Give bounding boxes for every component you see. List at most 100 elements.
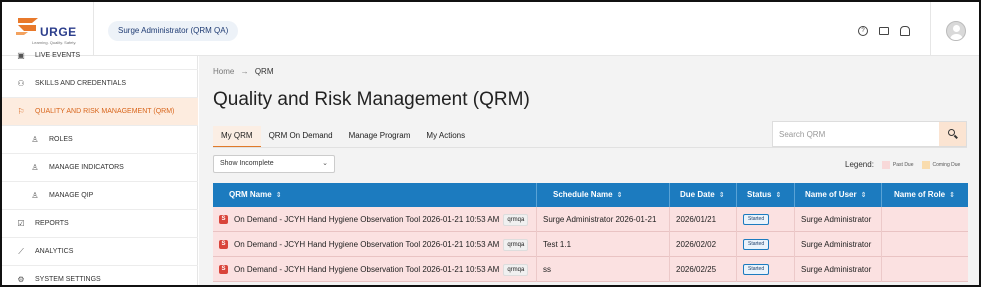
status-s-icon: S [219,215,228,225]
sidebar-item-label: REPORTS [35,220,69,227]
avatar[interactable] [946,21,966,41]
sidebar-item-manage-indicators[interactable]: ♙ MANAGE INDICATORS [2,154,198,182]
cell-role [882,207,968,232]
surge-logo-icon [16,18,38,35]
sort-icon: ⇕ [275,192,282,199]
tab-bar: My QRM QRM On Demand Manage Program My A… [213,126,473,148]
analytics-icon: ⟋ [18,246,24,256]
cell-due-date: 2026/01/21 [670,207,737,232]
app-window: URGE Learning. Quality. Safety. Surge Ad… [0,0,981,287]
sidebar-item-label: ROLES [49,136,73,143]
cell-status: Started [737,257,795,282]
column-header-status[interactable]: Status ⇕ [737,183,795,207]
person-icon: ♙ [31,191,39,200]
sidebar-item-skills[interactable]: ⚇ SKILLS AND CREDENTIALS [2,70,198,98]
legend-past-due-swatch [881,160,890,169]
search-box [772,121,967,147]
cell-user: Surge Administrator [795,207,882,232]
cell-qrm-name: S On Demand - JCYH Hand Hygiene Observati… [213,207,537,232]
gear-icon: ⚙ [17,275,25,284]
breadcrumb-current: QRM [254,67,274,76]
legend-title: Legend: [845,160,874,169]
search-button[interactable] [939,122,966,146]
cell-status: Started [737,232,795,257]
tab-manage-program[interactable]: Manage Program [341,126,419,148]
cell-schedule-name: Surge Administrator 2026-01-21 [537,207,670,232]
sort-icon: ⇕ [718,192,725,199]
cell-due-date: 2026/02/25 [670,257,737,282]
cell-role [882,257,968,282]
tab-my-actions[interactable]: My Actions [418,126,473,148]
sidebar-item-analytics[interactable]: ⟋ ANALYTICS [2,238,198,266]
sidebar-item-label: QUALITY AND RISK MANAGEMENT (QRM) [35,108,175,115]
table-row[interactable]: S On Demand - JCYH Hand Hygiene Observati… [213,257,968,282]
column-header-due-date[interactable]: Due Date ⇕ [670,183,737,207]
column-header-name-of-role[interactable]: Name of Role ⇕ [882,183,968,207]
breadcrumb-separator: → [240,67,249,76]
bell-icon[interactable] [900,26,910,36]
sidebar-item-label: SYSTEM SETTINGS [35,276,101,283]
cell-schedule-name: ss [537,257,670,282]
person-icon: ♙ [31,135,39,144]
mail-icon[interactable] [879,27,889,35]
status-badge: Started [743,214,770,226]
sort-icon: ⇕ [949,192,955,199]
cell-due-date: 2026/02/02 [670,232,737,257]
table-row[interactable]: S On Demand - JCYH Hand Hygiene Observati… [213,207,968,232]
sidebar-item-manage-qip[interactable]: ♙ MANAGE QIP [2,182,198,210]
legend-coming-due-label: Coming Due [932,161,961,168]
top-divider [930,2,931,56]
sidebar-item-label: MANAGE QIP [49,192,94,199]
column-header-schedule-name[interactable]: Schedule Name ⇕ [537,183,670,207]
sidebar-item-label: SKILLS AND CREDENTIALS [35,80,127,87]
incomplete-filter-select[interactable]: Show Incomplete ⌄ [213,155,335,173]
sidebar-item-roles[interactable]: ♙ ROLES [2,126,198,154]
users-icon: ⚇ [17,79,25,88]
status-s-icon: S [219,240,228,250]
table-row[interactable]: S On Demand - JCYH Hand Hygiene Observati… [213,232,968,257]
sort-icon: ⇕ [860,192,867,199]
search-input[interactable] [773,122,939,146]
filter-selected-value: Show Incomplete [220,160,274,167]
tab-qrm-on-demand[interactable]: QRM On Demand [261,126,341,148]
cell-status: Started [737,207,795,232]
cell-user: Surge Administrator [795,232,882,257]
person-icon: ♙ [31,163,39,172]
sidebar-item-label: LIVE EVENTS [35,52,81,59]
sort-icon: ⇕ [775,192,782,199]
tab-my-qrm[interactable]: My QRM [213,126,261,148]
cell-qrm-name: S On Demand - JCYH Hand Hygiene Observati… [213,257,537,282]
legend-coming-due-swatch [921,160,930,169]
sidebar-item-label: ANALYTICS [35,248,74,255]
help-icon[interactable]: ? [858,26,868,36]
breadcrumb: Home → QRM [213,67,273,76]
report-icon: ☑ [17,219,25,228]
legend: Legend: Past Due Coming Due [845,160,960,169]
table-header: QRM Name ⇕ Schedule Name ⇕ Due Date ⇕ Statu… [213,183,968,207]
page-title: Quality and Risk Management (QRM) [213,89,530,110]
cell-qrm-name: S On Demand - JCYH Hand Hygiene Observati… [213,232,537,257]
breadcrumb-home[interactable]: Home [213,67,234,76]
tag-badge: qrmqa [503,263,529,276]
column-header-name-of-user[interactable]: Name of User ⇕ [795,183,882,207]
status-badge: Started [743,239,770,251]
tenant-selector[interactable]: Surge Administrator (QRM QA) [108,21,239,41]
calendar-icon: ▣ [17,51,25,60]
flag-icon: ⚐ [17,107,25,116]
sidebar-item-system-settings[interactable]: ⚙ SYSTEM SETTINGS [2,266,198,285]
chevron-down-icon: ⌄ [322,160,328,167]
main-content: Home → QRM Quality and Risk Management (… [199,56,979,285]
legend-past-due-label: Past Due [892,161,914,168]
sidebar: ▣ LIVE EVENTS ⚇ SKILLS AND CREDENTIALS ⚐… [2,51,198,285]
tab-divider [213,147,967,148]
logo-text: URGE [40,25,77,39]
tag-badge: qrmqa [503,238,529,251]
sidebar-item-live-events[interactable]: ▣ LIVE EVENTS [2,42,198,70]
cell-user: Surge Administrator [795,257,882,282]
column-header-qrm-name[interactable]: QRM Name ⇕ [213,183,537,207]
sidebar-item-reports[interactable]: ☑ REPORTS [2,210,198,238]
status-badge: Started [743,264,770,276]
sidebar-item-qrm[interactable]: ⚐ QUALITY AND RISK MANAGEMENT (QRM) [2,98,198,126]
sort-icon: ⇕ [616,192,623,199]
cell-schedule-name: Test 1.1 [537,232,670,257]
